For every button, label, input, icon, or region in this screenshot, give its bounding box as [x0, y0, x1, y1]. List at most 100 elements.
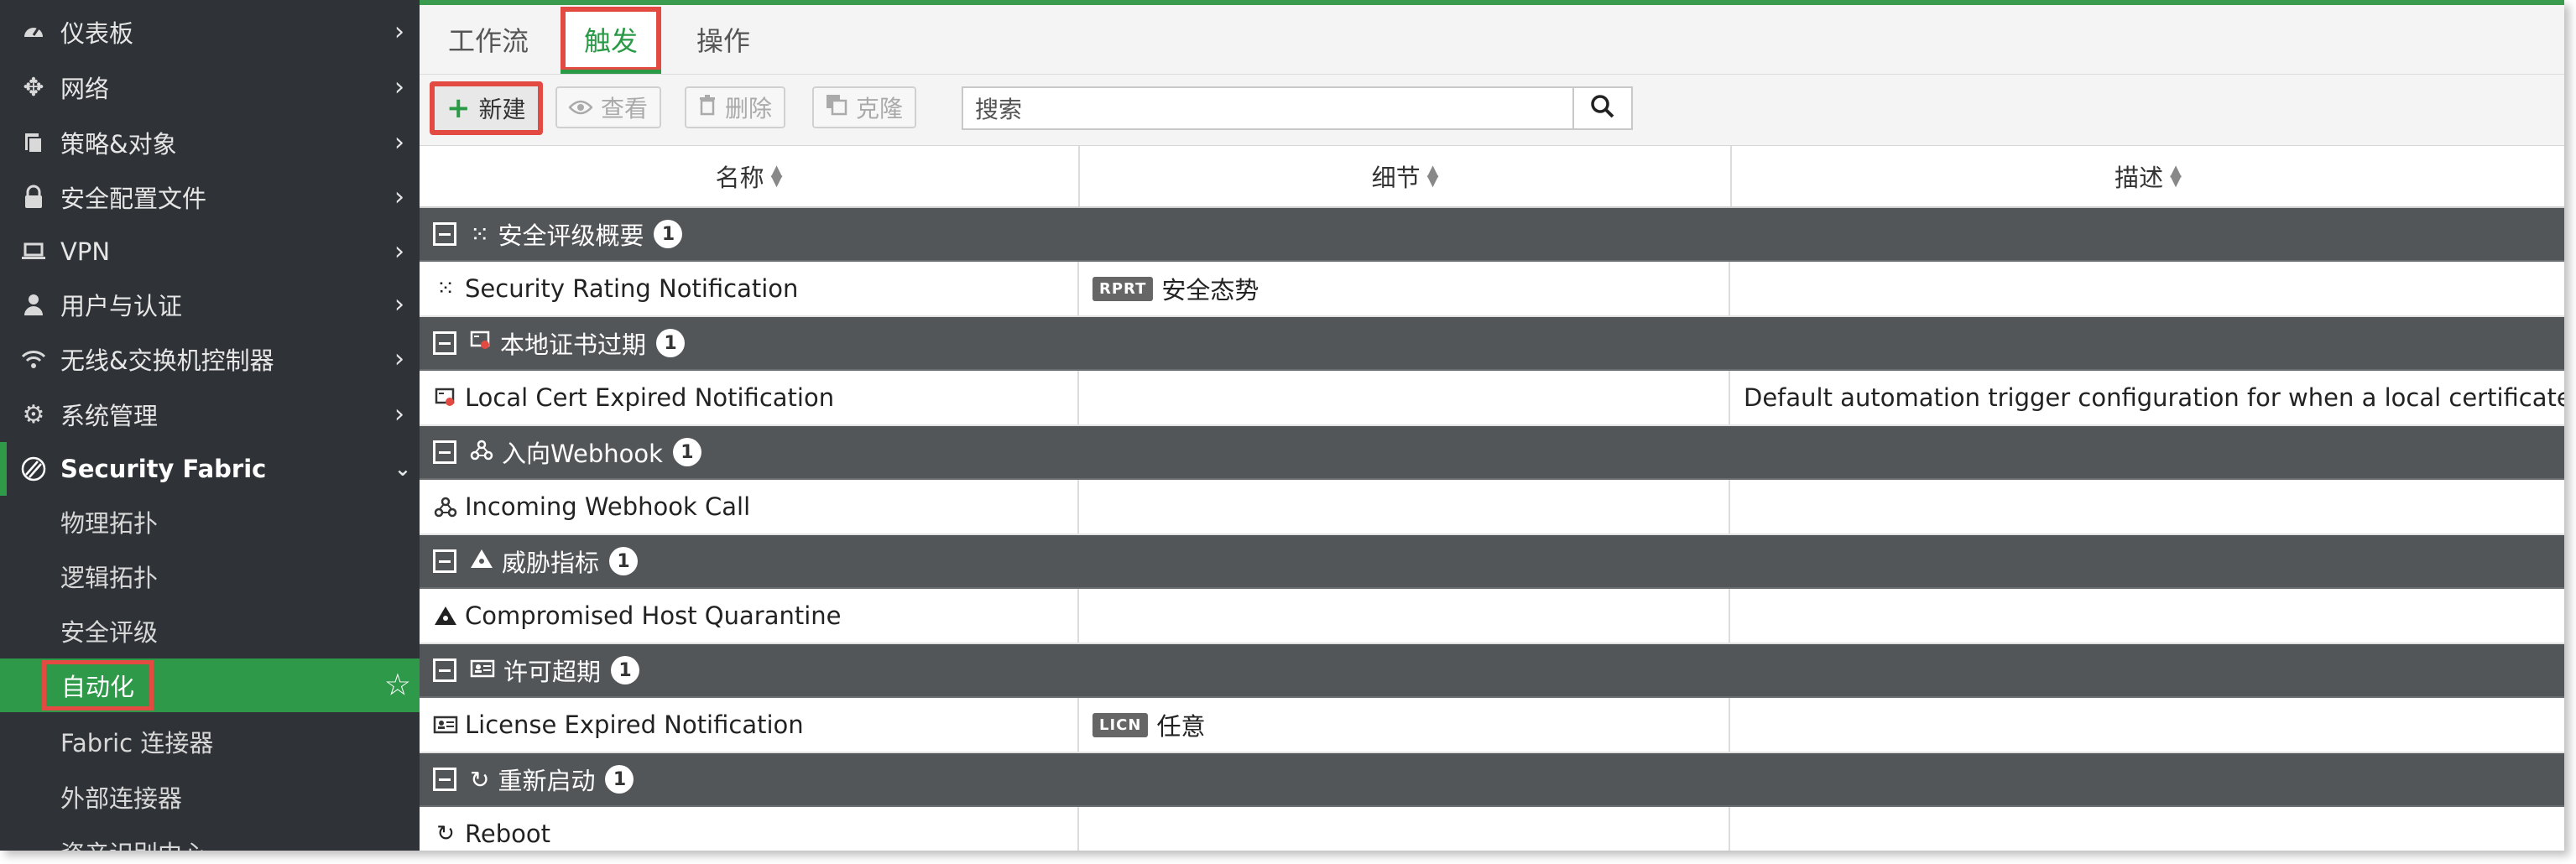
table-row[interactable]: Incoming Webhook Call — [420, 480, 2564, 535]
biohazard-icon — [433, 605, 458, 627]
collapse-icon[interactable] — [433, 222, 456, 246]
column-header-detail[interactable]: 细节 ▲ ▼ — [1080, 146, 1732, 206]
eye-icon — [568, 94, 593, 122]
certificate-icon — [433, 387, 458, 409]
sidebar-item-automation[interactable]: 自动化 ☆ — [0, 658, 420, 712]
sidebar-item-physical-topology[interactable]: 物理拓扑 — [0, 495, 420, 549]
dashboard-icon — [17, 20, 50, 44]
sidebar-section-security-fabric[interactable]: Security Fabric ⌄ — [0, 442, 420, 496]
wifi-icon — [17, 349, 50, 369]
sidebar-item-fabric-connectors[interactable]: Fabric 连接器 — [0, 715, 420, 768]
table-row[interactable]: License Expired Notification LICN 任意 — [420, 698, 2564, 753]
table-row[interactable]: Local Cert Expired Notification Default … — [420, 371, 2564, 426]
security-rating-icon: ⁙ — [436, 276, 455, 301]
chevron-down-icon: ⌄ — [394, 457, 411, 481]
count-badge: 1 — [656, 329, 686, 357]
chevron-right-icon: › — [394, 399, 404, 429]
tab-actions[interactable]: 操作 — [696, 5, 750, 74]
chevron-right-icon: › — [394, 182, 404, 212]
clone-button[interactable]: 克隆 — [812, 86, 917, 128]
license-card-icon — [433, 715, 458, 735]
column-header-name[interactable]: 名称 ▲ ▼ — [420, 146, 1080, 206]
sort-icon: ▲ ▼ — [1426, 162, 1439, 190]
column-header-description[interactable]: 描述 ▲ ▼ — [1732, 146, 2564, 206]
toolbar: + 新建 查看 删除 克隆 — [420, 75, 2564, 146]
group-header[interactable]: 本地证书过期 1 — [420, 317, 2564, 371]
sidebar-item-network[interactable]: ✥ 网络 › — [0, 60, 420, 114]
sidebar-item-system[interactable]: ⚙ 系统管理 › — [0, 388, 420, 441]
network-icon: ✥ — [23, 72, 44, 102]
search-box — [962, 86, 1633, 130]
sidebar-item-external-connectors[interactable]: 外部连接器 — [0, 770, 420, 824]
clone-icon — [826, 94, 847, 122]
view-button[interactable]: 查看 — [555, 86, 662, 128]
trash-icon — [698, 94, 717, 122]
group-header[interactable]: ⁙ 安全评级概要 1 — [420, 208, 2564, 262]
collapse-icon[interactable] — [433, 768, 456, 791]
user-icon — [17, 293, 50, 316]
chevron-right-icon: › — [394, 344, 404, 374]
gear-icon: ⚙ — [22, 399, 45, 429]
search-icon — [1590, 94, 1615, 122]
count-badge: 1 — [609, 547, 639, 575]
search-button[interactable] — [1572, 88, 1631, 128]
webhook-icon — [470, 439, 493, 466]
collapse-icon[interactable] — [433, 549, 456, 573]
sidebar-item-asset-identity[interactable]: 资产识别中心 — [0, 825, 420, 851]
app-window: 仪表板 › ✥ 网络 › 策略&对象 › 安全配置文件 › VPN › 用户与认… — [0, 0, 2564, 851]
delete-button[interactable]: 删除 — [685, 86, 786, 128]
count-badge: 1 — [605, 765, 634, 794]
table-row[interactable]: Compromised Host Quarantine — [420, 589, 2564, 644]
active-tab-underline — [561, 70, 662, 74]
biohazard-icon — [470, 548, 493, 575]
reboot-icon: ↻ — [436, 821, 455, 846]
sort-icon: ▲ ▼ — [770, 162, 783, 190]
lock-icon — [17, 185, 50, 210]
table-body: ⁙ 安全评级概要 1 ⁙ Security Rating Notification… — [420, 208, 2564, 851]
sidebar-item-wifi-switch[interactable]: 无线&交换机控制器 › — [0, 332, 420, 386]
webhook-icon — [433, 496, 458, 518]
security-rating-icon: ⁙ — [470, 220, 490, 248]
sidebar-item-policy[interactable]: 策略&对象 › — [0, 116, 420, 169]
table-row[interactable]: ⁙ Security Rating Notification RPRT 安全态势 — [420, 262, 2564, 317]
table-row[interactable]: ↻ Reboot — [420, 807, 2564, 851]
sidebar-item-security-rating[interactable]: 安全评级 — [0, 604, 420, 658]
tab-bar: 工作流 触发 操作 — [420, 5, 2564, 75]
sidebar: 仪表板 › ✥ 网络 › 策略&对象 › 安全配置文件 › VPN › 用户与认… — [0, 0, 420, 851]
type-tag: LICN — [1092, 712, 1149, 737]
table-header: 名称 ▲ ▼ 细节 ▲ ▼ 描述 ▲ ▼ — [420, 146, 2564, 208]
license-card-icon — [470, 657, 495, 684]
sidebar-item-dashboard[interactable]: 仪表板 › — [0, 5, 420, 59]
new-button[interactable]: + 新建 — [430, 81, 543, 135]
policy-icon — [17, 131, 50, 154]
certificate-icon — [470, 330, 492, 357]
chevron-right-icon: › — [394, 289, 404, 320]
group-header[interactable]: ↻ 重新启动 1 — [420, 753, 2564, 807]
sort-icon: ▲ ▼ — [2170, 162, 2182, 190]
plus-icon: + — [446, 91, 471, 125]
collapse-icon[interactable] — [433, 331, 456, 355]
chevron-right-icon: › — [394, 72, 404, 102]
chevron-right-icon: › — [394, 128, 404, 158]
star-icon[interactable]: ☆ — [384, 669, 411, 703]
group-header[interactable]: 许可超期 1 — [420, 644, 2564, 698]
count-badge: 1 — [654, 220, 683, 248]
tab-triggers[interactable]: 触发 — [561, 5, 662, 74]
fabric-icon — [17, 456, 50, 481]
sidebar-item-security-profiles[interactable]: 安全配置文件 › — [0, 170, 420, 224]
count-badge: 1 — [611, 656, 640, 684]
collapse-icon[interactable] — [433, 658, 456, 682]
sidebar-item-logical-topology[interactable]: 逻辑拓扑 — [0, 549, 420, 603]
search-input[interactable] — [963, 88, 1581, 130]
group-header[interactable]: 入向Webhook 1 — [420, 426, 2564, 480]
main-panel: 工作流 触发 操作 + 新建 查看 删除 克隆 搜索 名称 ▲ ▼ 细节 ▲ ▼… — [420, 0, 2564, 851]
chevron-right-icon: › — [394, 237, 404, 267]
laptop-icon — [17, 242, 50, 262]
group-header[interactable]: 威胁指标 1 — [420, 535, 2564, 589]
count-badge: 1 — [672, 438, 701, 466]
tab-workflow[interactable]: 工作流 — [448, 5, 529, 74]
reboot-icon: ↻ — [470, 765, 490, 794]
sidebar-item-vpn[interactable]: VPN › — [0, 225, 420, 278]
collapse-icon[interactable] — [433, 440, 456, 464]
sidebar-item-user-auth[interactable]: 用户与认证 › — [0, 278, 420, 331]
